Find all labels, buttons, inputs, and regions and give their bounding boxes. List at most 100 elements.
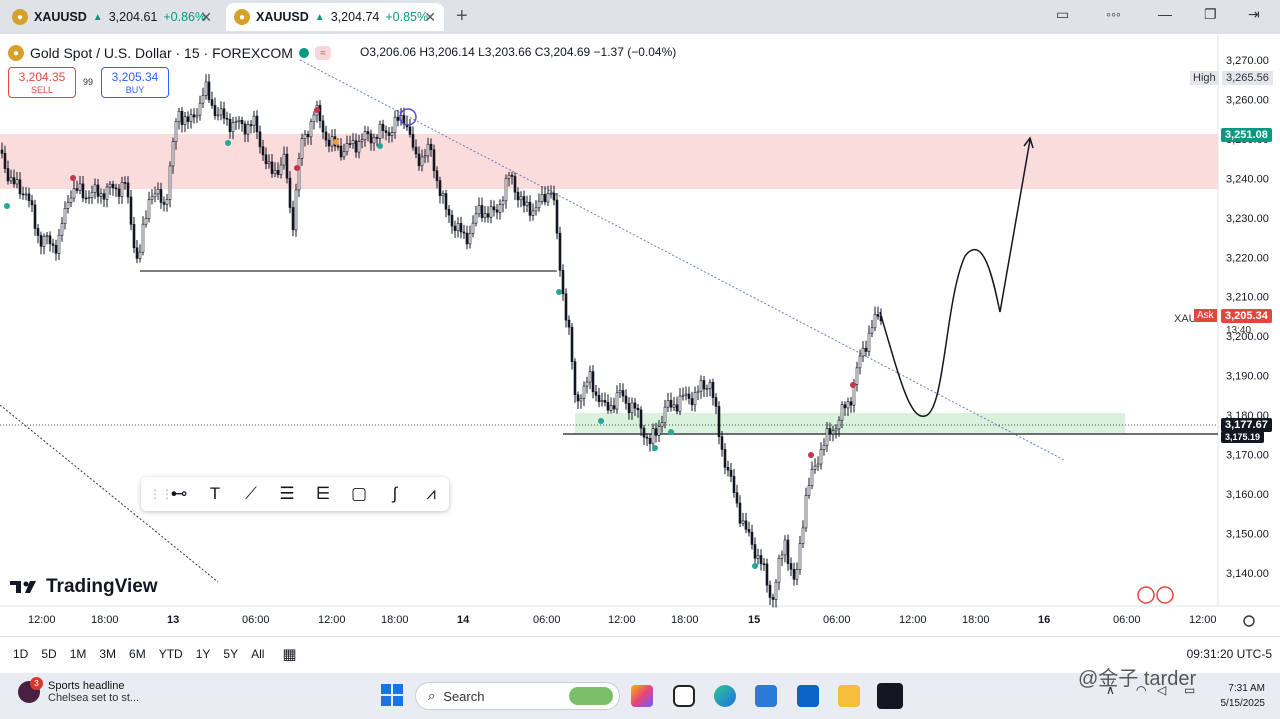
candle-body: [495, 209, 499, 213]
buy-button[interactable]: 3,205.34 BUY: [101, 67, 169, 98]
candle-body: [336, 145, 340, 148]
candle-body: [813, 465, 817, 470]
candle-body: [639, 409, 643, 429]
candle-body: [840, 404, 844, 421]
range-button-6m[interactable]: 6M: [129, 647, 146, 661]
range-button-1y[interactable]: 1Y: [196, 647, 211, 661]
taskbar-search[interactable]: ⌕ Search: [415, 682, 620, 710]
candle-body: [132, 224, 136, 249]
candle-body: [756, 555, 760, 559]
tradingview-app-icon[interactable]: [877, 683, 903, 709]
candle-body: [876, 314, 880, 317]
file-explorer-icon[interactable]: [838, 685, 860, 707]
range-button-ytd[interactable]: YTD: [159, 647, 183, 661]
parallel-channel-tool-icon[interactable]: ⋿: [305, 477, 341, 511]
chart-legend[interactable]: ● Gold Spot / U.S. Dollar · 15 · FOREXCO…: [8, 44, 331, 62]
search-icon: ⌕: [428, 688, 436, 703]
tab-xauusd-1[interactable]: ● XAUUSD ▲ 3,204.61 +0.86% ✕: [4, 3, 220, 31]
candle-body: [597, 394, 601, 403]
close-icon[interactable]: ✕: [200, 9, 212, 26]
candle-body: [306, 134, 310, 138]
chart-clock[interactable]: 09:31:20 UTC-5: [1187, 647, 1272, 661]
candle-body: [153, 193, 157, 198]
ohlc-values: O3,206.06 H3,206.14 L3,203.66 C3,204.69 …: [360, 45, 677, 59]
rectangle-tool-icon[interactable]: ▢: [341, 477, 377, 511]
symbol-title[interactable]: Gold Spot / U.S. Dollar · 15 · FOREXCOM: [30, 45, 293, 61]
highlight-circle[interactable]: [399, 108, 417, 126]
candle-body: [270, 161, 274, 174]
news-widget[interactable]: 3 Sports headline Chelsea set to st...: [18, 677, 139, 704]
resistance-zone[interactable]: [0, 134, 1218, 189]
candle-body: [126, 182, 130, 198]
candle-body: [453, 225, 457, 231]
trend-line-tool-icon[interactable]: ⟋: [233, 477, 269, 511]
calendar-icon[interactable]: ▦: [282, 645, 296, 663]
candle-body: [765, 563, 769, 586]
windows-start-icon[interactable]: [381, 684, 403, 706]
candle-body: [564, 293, 568, 321]
candle-body: [363, 131, 367, 140]
candle-body: [30, 200, 34, 206]
candle-body: [339, 145, 343, 158]
range-button-all[interactable]: All: [251, 647, 264, 661]
range-button-3m[interactable]: 3M: [99, 647, 116, 661]
brand-name: TradingView: [46, 576, 158, 597]
range-button-1m[interactable]: 1M: [70, 647, 87, 661]
fib-tool-icon[interactable]: ☰: [269, 477, 305, 511]
us-flag-event-icon[interactable]: [1137, 586, 1155, 604]
trendline-descending[interactable]: [299, 59, 1065, 461]
threads-app-icon[interactable]: [673, 685, 695, 707]
candle-body: [105, 186, 109, 200]
horizontal-line-tool-icon[interactable]: ⊷: [161, 477, 197, 511]
candle-body: [681, 394, 685, 397]
more-dots-icon[interactable]: ◦◦◦: [1106, 6, 1121, 22]
candle-body: [33, 204, 37, 229]
candle-body: [351, 140, 355, 144]
settings-gear-icon[interactable]: [1243, 615, 1255, 627]
tradingview-logo[interactable]: TradingView: [10, 576, 158, 598]
close-icon[interactable]: ✕: [424, 9, 436, 26]
store-icon[interactable]: [755, 685, 777, 707]
copilot-icon[interactable]: [631, 685, 653, 707]
candle-body: [390, 132, 394, 136]
up-triangle-icon: ▲: [92, 11, 103, 23]
drag-handle-icon[interactable]: ⋮⋮: [149, 487, 173, 501]
tab-xauusd-2[interactable]: ● XAUUSD ▲ 3,204.74 +0.85% ✕: [226, 3, 444, 31]
support-zone[interactable]: [575, 413, 1125, 433]
candle-body: [141, 223, 145, 253]
new-tab-plus-icon[interactable]: +: [456, 5, 468, 28]
candle-body: [159, 188, 163, 203]
range-button-5y[interactable]: 5Y: [223, 647, 238, 661]
candle-body: [807, 485, 811, 496]
tab-change: +0.85%: [385, 10, 429, 24]
candle-body: [522, 196, 526, 206]
price-tick-label: 3,150.00: [1226, 528, 1269, 540]
minimize-icon[interactable]: —: [1158, 6, 1172, 22]
drawing-toolbar[interactable]: ⋮⋮ ⊷ T ⟋ ☰ ⋿ ▢ ∫ ⩘: [141, 477, 449, 511]
outlook-icon[interactable]: [797, 685, 819, 707]
range-button-5d[interactable]: 5D: [41, 647, 56, 661]
candle-body: [693, 392, 697, 406]
text-tool-icon[interactable]: T: [197, 477, 233, 511]
us-flag-event-icon[interactable]: [1156, 586, 1174, 604]
curve-tool-icon[interactable]: ∫: [377, 477, 413, 511]
pattern-tool-icon[interactable]: ⩘: [413, 477, 449, 511]
candle-body: [861, 347, 865, 357]
range-button-1d[interactable]: 1D: [13, 647, 28, 661]
ask-price-tag: 3,205.34: [1221, 309, 1272, 323]
chart-canvas[interactable]: 3,270.003,260.003,250.003,240.003,230.00…: [0, 34, 1280, 634]
candle-body: [672, 404, 676, 408]
wave-indicator-icon[interactable]: ≈: [314, 46, 331, 60]
candle-body: [537, 200, 541, 209]
system-clock[interactable]: 7:31 AM 5/15/2025: [1213, 681, 1266, 711]
exit-icon[interactable]: ⇥: [1248, 6, 1260, 23]
candle-body: [309, 121, 313, 138]
edge-browser-icon[interactable]: [714, 685, 736, 707]
layout-icon[interactable]: ▭: [1056, 6, 1069, 23]
price-chart[interactable]: 3,270.003,260.003,250.003,240.003,230.00…: [0, 34, 1280, 634]
sell-button[interactable]: 3,204.35 SELL: [8, 67, 76, 98]
candle-body: [261, 146, 265, 156]
candle-body: [561, 270, 565, 295]
restore-icon[interactable]: ❐: [1204, 6, 1217, 23]
candle-body: [240, 119, 244, 125]
